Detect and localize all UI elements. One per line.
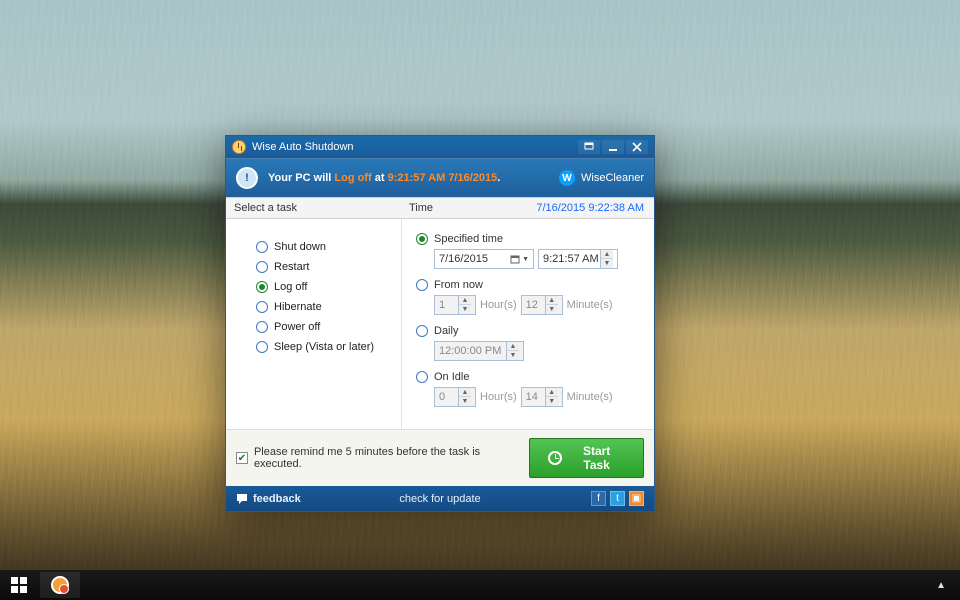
status-banner: ! Your PC will Log off at 9:21:57 AM 7/1… [226,158,654,197]
brand-icon: W [559,170,575,186]
radio-from-now[interactable]: From now [416,279,640,291]
app-clock-icon [232,140,246,154]
taskbar[interactable]: ▲ [0,570,960,600]
column-header-time: Time [401,198,526,218]
speech-icon [236,493,248,505]
current-timestamp: 7/16/2015 9:22:38 AM [526,198,654,218]
radio-specified-time[interactable]: Specified time [416,233,640,245]
fromnow-hours-field[interactable]: 1▲▼ [434,295,476,315]
idle-hours-field[interactable]: 0▲▼ [434,387,476,407]
window-title: Wise Auto Shutdown [252,141,354,153]
taskbar-app-wise-auto-shutdown[interactable] [40,572,80,598]
alarm-icon [548,451,562,465]
radio-on-idle[interactable]: On Idle [416,371,640,383]
radio-shutdown[interactable]: Shut down [256,241,391,253]
time-field[interactable]: 9:21:57 AM ▲▼ [538,249,618,269]
reminder-label: Please remind me 5 minutes before the ta… [254,446,529,470]
blog-icon[interactable]: ▣ [629,491,644,506]
desktop: Wise Auto Shutdown ! Your PC will Log of… [0,0,960,600]
minimize-icon [608,142,618,152]
reminder-checkbox[interactable]: ✔ [236,452,248,464]
radio-sleep[interactable]: Sleep (Vista or later) [256,341,391,353]
footer-reminder-row: ✔ Please remind me 5 minutes before the … [226,429,654,486]
panel-body: Shut down Restart Log off Hibernate Powe… [226,219,654,429]
radio-daily[interactable]: Daily [416,325,640,337]
brand-link[interactable]: W WiseCleaner [559,170,644,186]
status-message: Your PC will Log off at 9:21:57 AM 7/16/… [268,172,500,184]
minimize-button[interactable] [602,140,624,154]
radio-hibernate[interactable]: Hibernate [256,301,391,313]
app-clock-icon [51,576,69,594]
pin-icon [584,142,594,152]
windows-icon [11,577,27,593]
close-icon [632,142,642,152]
titlebar[interactable]: Wise Auto Shutdown [226,136,654,158]
idle-minutes-field[interactable]: 14▲▼ [521,387,563,407]
column-header-task: Select a task [226,198,401,218]
start-button[interactable] [4,572,34,598]
twitter-icon[interactable]: t [610,491,625,506]
hours-unit: Hour(s) [480,391,517,403]
settings-button[interactable] [578,140,600,154]
daily-time-field[interactable]: 12:00:00 PM▲▼ [434,341,524,361]
social-links: f t ▣ [591,491,644,506]
info-icon: ! [236,167,258,189]
footer-bar: feedback check for update f t ▣ [226,486,654,511]
fromnow-minutes-field[interactable]: 12▲▼ [521,295,563,315]
task-list: Shut down Restart Log off Hibernate Powe… [226,219,401,429]
calendar-icon [510,254,520,264]
time-panel: Specified time 7/16/2015 ▼ 9:21:57 AM ▲▼… [401,219,654,429]
brand-label: WiseCleaner [581,172,644,184]
feedback-link[interactable]: feedback [236,493,301,505]
radio-logoff[interactable]: Log off [256,281,391,293]
close-button[interactable] [626,140,648,154]
radio-poweroff[interactable]: Power off [256,321,391,333]
radio-restart[interactable]: Restart [256,261,391,273]
minutes-unit: Minute(s) [567,391,613,403]
tray-show-hidden-icon[interactable]: ▲ [936,580,956,591]
check-update-link[interactable]: check for update [399,493,480,505]
column-header-row: Select a task Time 7/16/2015 9:22:38 AM [226,197,654,219]
minutes-unit: Minute(s) [567,299,613,311]
start-task-button[interactable]: Start Task [529,438,644,478]
date-field[interactable]: 7/16/2015 ▼ [434,249,534,269]
time-spinner[interactable]: ▲▼ [600,250,613,268]
facebook-icon[interactable]: f [591,491,606,506]
hours-unit: Hour(s) [480,299,517,311]
app-window: Wise Auto Shutdown ! Your PC will Log of… [225,135,655,512]
